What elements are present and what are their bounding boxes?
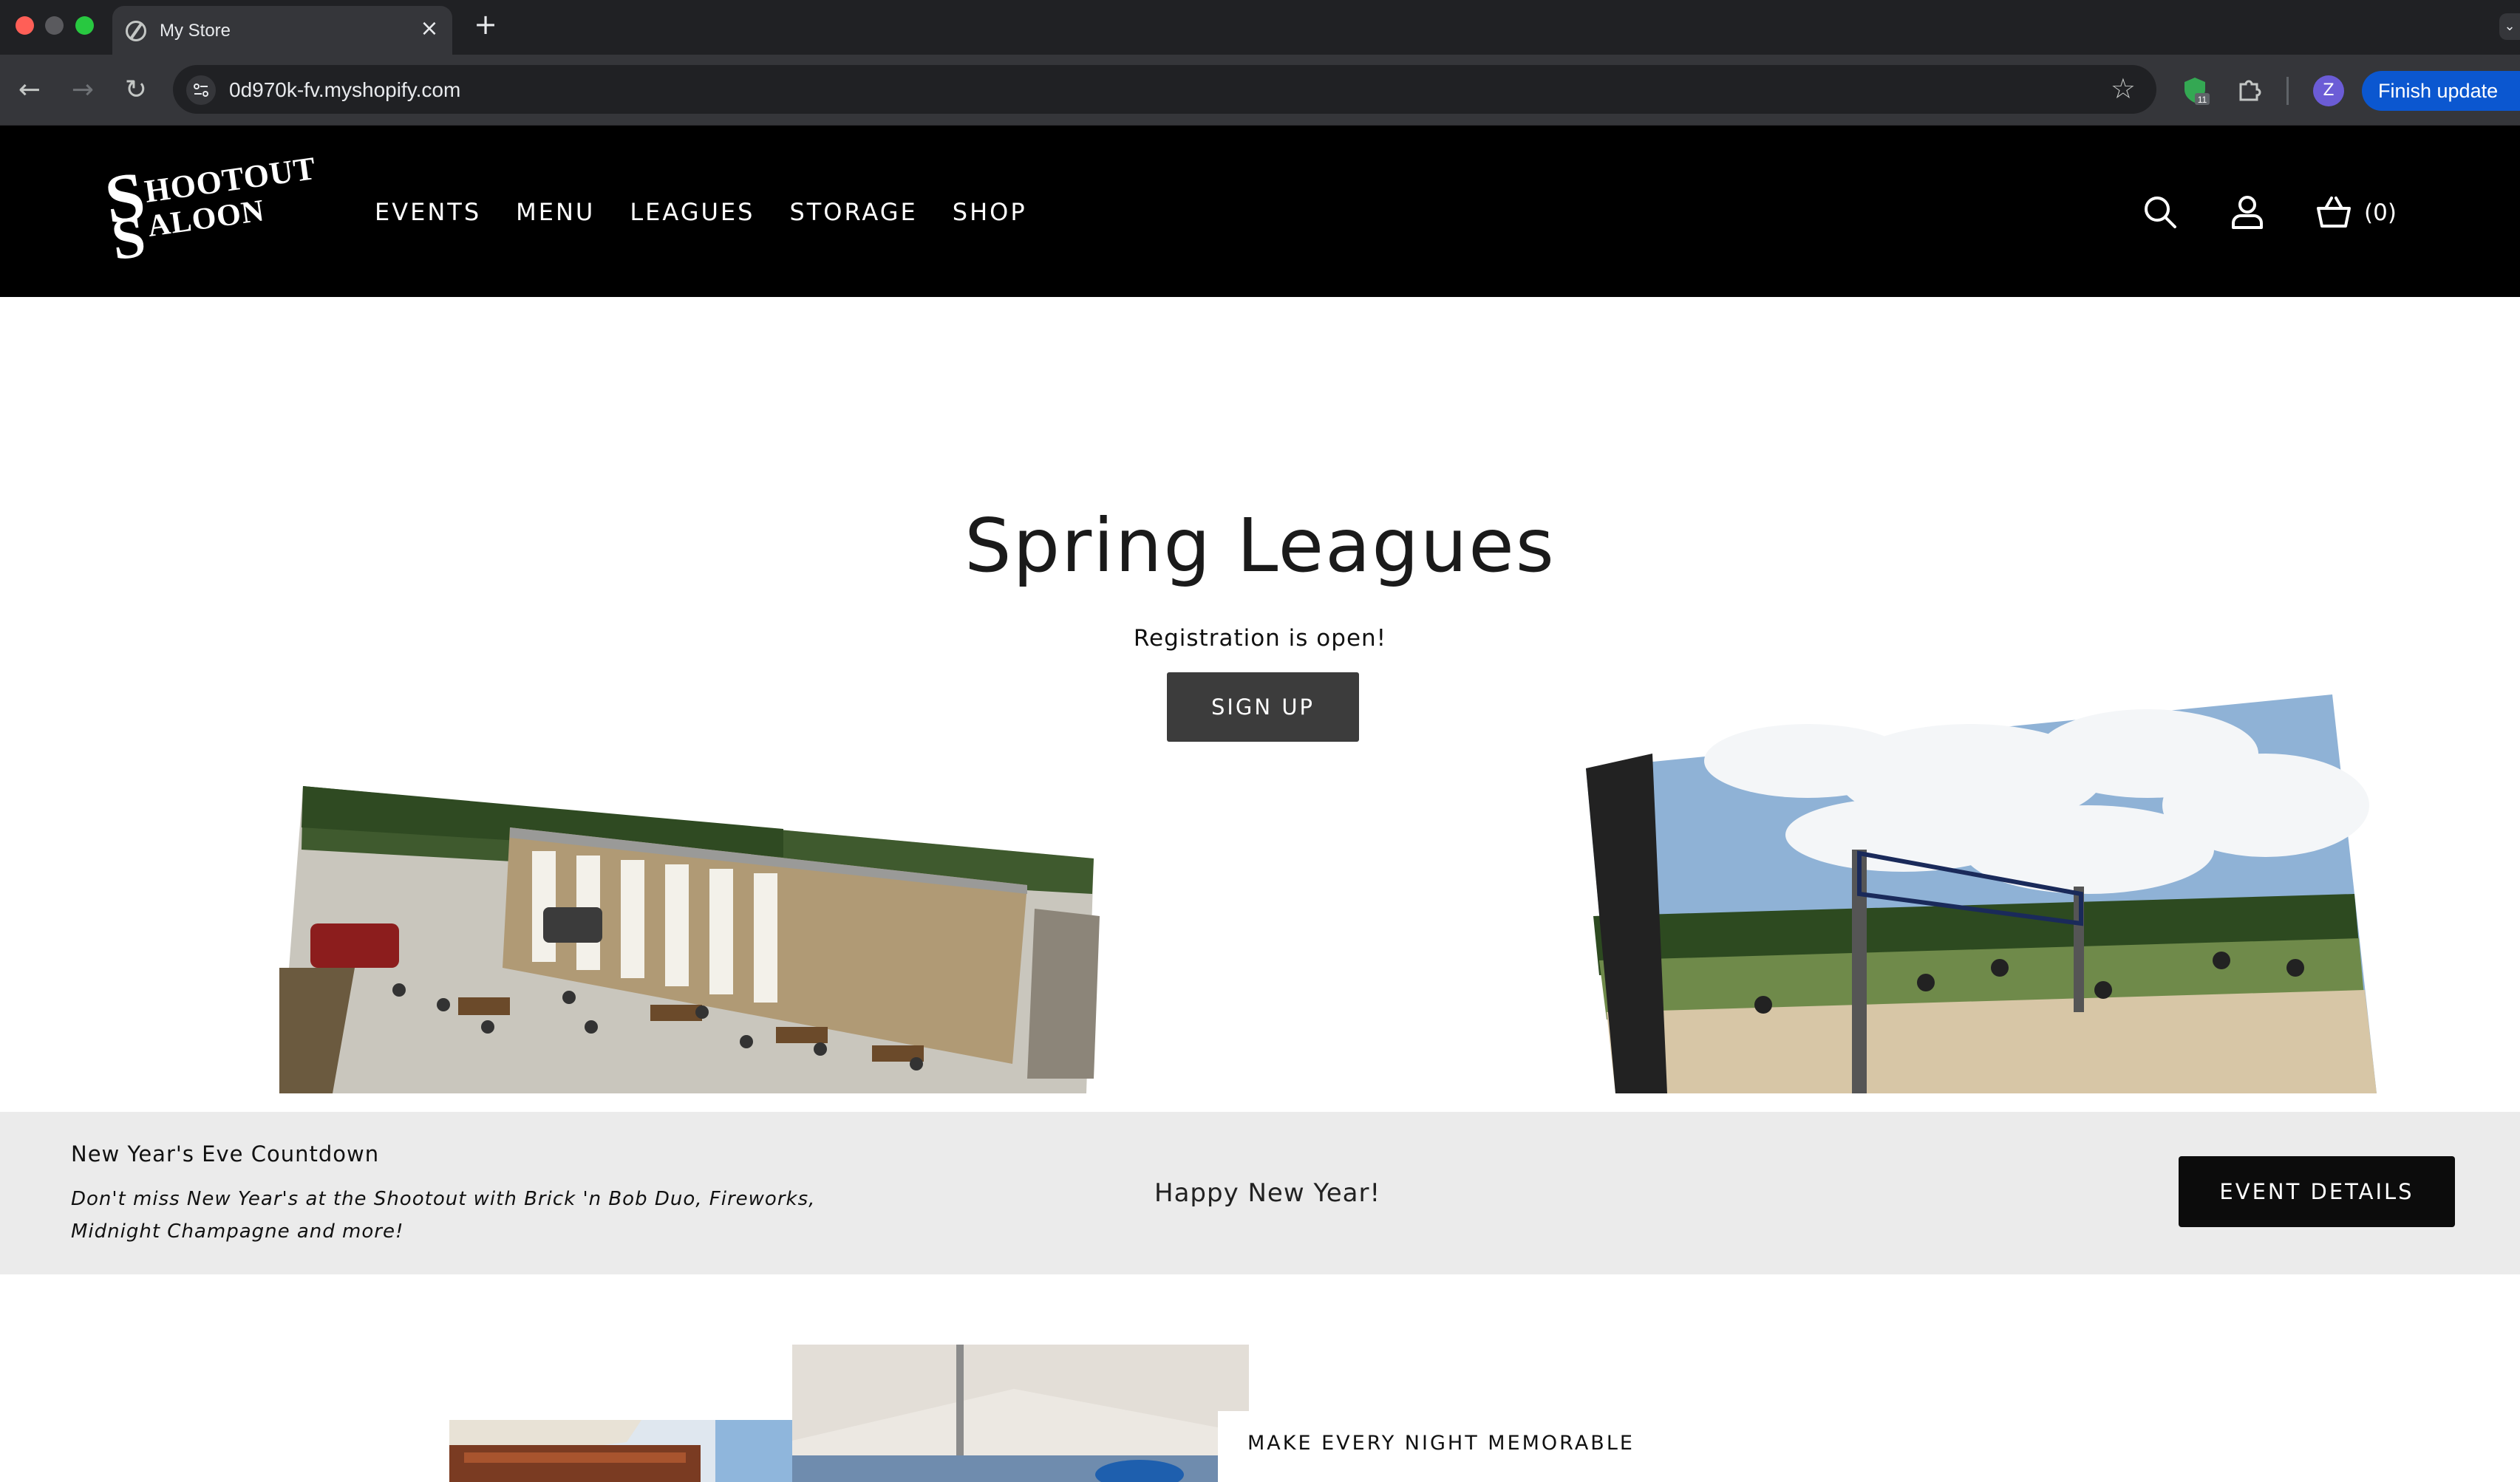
volleyball-league-photo — [1586, 694, 2377, 1093]
search-icon[interactable] — [2142, 194, 2179, 231]
nav-link-shop[interactable]: SHOP — [953, 198, 1027, 226]
cornhole-league-photo — [279, 786, 1100, 1093]
reload-icon[interactable]: ↻ — [121, 75, 151, 105]
globe-icon — [126, 21, 146, 41]
hero-title: Spring Leagues — [964, 502, 1556, 589]
announcement-bar: New Year's Eve Countdown Don't miss New … — [0, 1112, 2520, 1274]
sign-up-button[interactable]: SIGN UP — [1167, 672, 1359, 742]
address-bar[interactable]: 0d970k-fv.myshopify.com ☆ — [173, 65, 2156, 114]
close-tab-icon[interactable]: × — [417, 16, 442, 41]
main-navigation: EVENTS MENU LEAGUES STORAGE SHOP — [375, 198, 1062, 226]
site-header: S HOOTOUT S ALOON EVENTS MENU LEAGUES ST… — [0, 126, 2520, 297]
extension-badge-count: 11 — [2198, 95, 2207, 105]
browser-tab-active[interactable]: My Store × — [112, 6, 452, 55]
minimize-window-button[interactable] — [45, 16, 64, 35]
announcement-center-text: Happy New Year! — [1154, 1178, 1381, 1208]
cart-basket-icon[interactable] — [2315, 194, 2352, 231]
nav-link-leagues[interactable]: LEAGUES — [630, 198, 755, 226]
nav-link-events[interactable]: EVENTS — [375, 198, 481, 226]
tab-title: My Store — [160, 21, 231, 41]
profile-avatar[interactable]: Z — [2313, 75, 2344, 106]
finish-update-button[interactable]: Finish update — [2362, 71, 2520, 111]
shootout-saloon-logo[interactable]: S HOOTOUT S ALOON — [108, 155, 322, 266]
patio-photo — [449, 1420, 797, 1482]
feature-kicker: MAKE EVERY NIGHT MEMORABLE — [1247, 1432, 1635, 1455]
feature-card: MAKE EVERY NIGHT MEMORABLE — [1218, 1411, 1883, 1482]
nav-link-storage[interactable]: STORAGE — [789, 198, 917, 226]
site-info-icon[interactable] — [186, 75, 216, 105]
puzzle-extensions-icon[interactable] — [2235, 75, 2264, 105]
close-window-button[interactable] — [16, 16, 34, 35]
browser-tab-bar: My Store × + ⌄ — [0, 0, 2520, 55]
forward-arrow-icon[interactable]: → — [68, 75, 98, 105]
new-tab-icon[interactable]: + — [471, 10, 500, 38]
cart-count[interactable]: (0) — [2364, 199, 2397, 226]
browser-toolbar: ← → ↻ 0d970k-fv.myshopify.com ☆ — [0, 55, 2520, 126]
back-arrow-icon[interactable]: ← — [15, 75, 44, 105]
event-details-button[interactable]: EVENT DETAILS — [2179, 1156, 2455, 1227]
bookmark-star-icon[interactable]: ☆ — [2111, 74, 2136, 103]
tent-patio-photo — [792, 1345, 1249, 1482]
url-text: 0d970k-fv.myshopify.com — [229, 78, 461, 101]
shield-extension-icon[interactable]: 11 — [2180, 75, 2210, 105]
hero-subtitle: Registration is open! — [1133, 625, 1387, 652]
announcement-title: New Year's Eve Countdown — [71, 1141, 380, 1167]
tab-search-chevron-icon[interactable]: ⌄ — [2499, 13, 2520, 40]
account-icon[interactable] — [2229, 194, 2266, 231]
maximize-window-button[interactable] — [75, 16, 94, 35]
announcement-description: Don't miss New Year's at the Shootout wi… — [71, 1188, 816, 1243]
toolbar-separator — [2286, 77, 2289, 105]
nav-link-menu[interactable]: MENU — [516, 198, 595, 226]
